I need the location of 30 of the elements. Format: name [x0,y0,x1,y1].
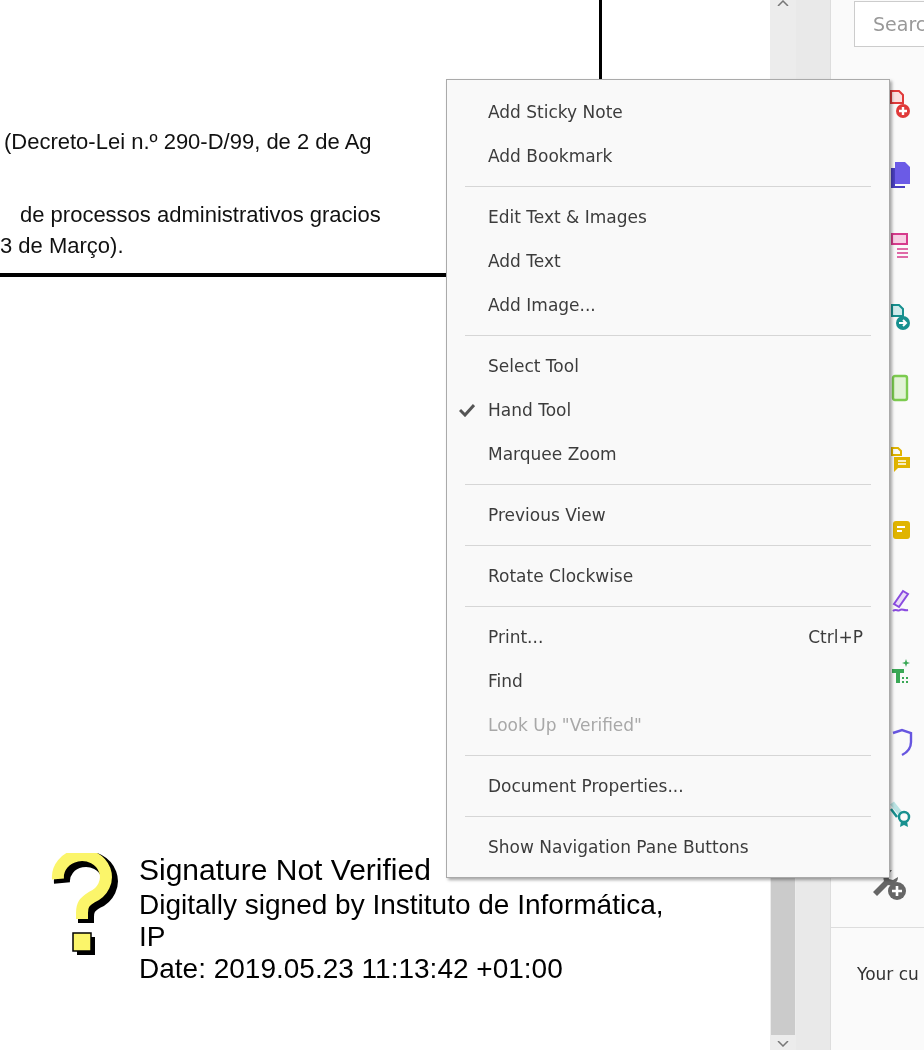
menu-item[interactable]: Select Tool [447,344,889,388]
menu-item[interactable]: Show Navigation Pane Buttons [447,825,889,869]
menu-item[interactable]: Find [447,659,889,703]
checkmark-icon [459,403,475,417]
pages-icon[interactable] [889,160,913,190]
document-arrow-icon[interactable] [889,302,913,332]
document-text: 3 de Março). [0,233,124,259]
scroll-up-icon[interactable] [777,0,789,6]
menu-item[interactable]: Document Properties... [447,764,889,808]
comment-icon[interactable] [889,444,913,474]
shortcut-text: Ctrl+P [808,627,863,647]
menu-item[interactable]: Add Sticky Note [447,90,889,134]
document-plus-icon[interactable] [889,89,913,119]
menu-item[interactable]: Print... Ctrl+P [447,615,889,659]
menu-item[interactable]: Marquee Zoom [447,432,889,476]
menu-item[interactable]: Add Bookmark [447,134,889,178]
menu-item[interactable]: Edit Text & Images [447,195,889,239]
certificate-icon[interactable] [889,799,913,829]
signature-signer: Digitally signed by Instituto de Informática, IP [139,889,665,953]
signature-date: Date: 2019.05.23 11:13:42 +01:00 [139,953,563,985]
signature-status: Signature Not Verified [139,853,431,887]
menu-item[interactable]: Rotate Clockwise [447,554,889,598]
menu-item[interactable]: Add Image... [447,283,889,327]
panel-footer-text: Your cu [857,964,920,984]
document-text: (Decreto-Lei n.º 290-D/99, de 2 de Ag [3,129,372,155]
scroll-down-icon[interactable] [777,1041,789,1047]
menu-item[interactable]: Hand Tool [447,388,889,432]
document-text: de processos administrativos gracios [19,202,381,228]
menu-item[interactable]: Add Text [447,239,889,283]
menu-item[interactable]: Previous View [447,493,889,537]
